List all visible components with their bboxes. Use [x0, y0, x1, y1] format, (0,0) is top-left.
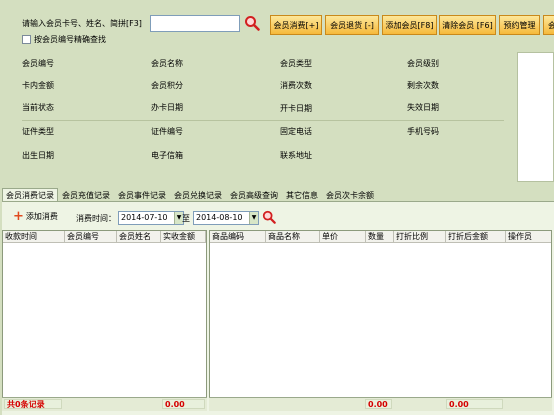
- from-date-picker[interactable]: 2014-07-10 ▼: [118, 211, 184, 225]
- to-label: 至: [182, 214, 190, 223]
- tab-other-info[interactable]: 其它信息: [282, 188, 322, 202]
- field-email: 电子信箱: [151, 151, 183, 160]
- more-button[interactable]: 会: [543, 15, 554, 35]
- field-points: 会员积分: [151, 81, 183, 90]
- field-member-name: 会员名称: [151, 59, 183, 68]
- tab-card-balance[interactable]: 会员次卡余额: [322, 188, 378, 202]
- field-id-type: 证件类型: [22, 127, 54, 136]
- field-expire-date: 失效日期: [407, 103, 439, 112]
- record-tabs: 会员消费记录 会员充值记录 会员事件记录 会员兑换记录 会员高级查询 其它信息 …: [2, 188, 554, 202]
- field-mobile: 手机号码: [407, 127, 439, 136]
- field-phone: 固定电话: [280, 127, 312, 136]
- field-member-type: 会员类型: [280, 59, 312, 68]
- search-icon[interactable]: [262, 210, 276, 224]
- record-count: 共0条记录: [4, 399, 62, 409]
- left-total: 0.00: [162, 399, 205, 409]
- return-button[interactable]: 会员退货 [-]: [325, 15, 379, 35]
- add-member-button[interactable]: 添加会员[F8]: [382, 15, 437, 35]
- field-birthday: 出生日期: [22, 151, 54, 160]
- exact-search-label: 按会员编号精确查找: [34, 35, 106, 44]
- field-member-level: 会员级别: [407, 59, 439, 68]
- search-label: 请输入会员卡号、姓名、简拼[F3]: [22, 19, 142, 28]
- field-status: 当前状态: [22, 103, 54, 112]
- divider: [22, 120, 504, 121]
- add-consume-label: 添加消费: [25, 212, 58, 221]
- table-header: 收款时间 会员编号 会员姓名 实收金额: [3, 231, 206, 243]
- qty-total: 0.00: [365, 399, 392, 409]
- col-operator[interactable]: 操作员: [506, 231, 551, 243]
- col-discounted-amount[interactable]: 打折后金额: [446, 231, 506, 243]
- col-paid-amount[interactable]: 实收金额: [161, 231, 206, 243]
- search-icon[interactable]: [244, 15, 260, 31]
- from-date-value: 2014-07-10: [121, 213, 168, 222]
- member-photo: [517, 52, 554, 182]
- field-issue-date: 办卡日期: [151, 103, 183, 112]
- col-member-name[interactable]: 会员姓名: [117, 231, 161, 243]
- consume-button[interactable]: 会员消费[+]: [270, 15, 322, 35]
- clear-member-button[interactable]: 清除会员 [F6]: [439, 15, 496, 35]
- field-card-balance: 卡内金额: [22, 81, 54, 90]
- plus-icon: +: [13, 208, 24, 224]
- table-header: 商品编码 商品名称 单价 数量 打折比例 打折后金额 操作员: [210, 231, 551, 243]
- field-id-number: 证件编号: [151, 127, 183, 136]
- col-item-code[interactable]: 商品编码: [210, 231, 266, 243]
- search-input[interactable]: [150, 15, 240, 32]
- checkbox-box[interactable]: [22, 35, 31, 44]
- add-consume-button[interactable]: + 添加消费: [13, 208, 58, 224]
- field-consume-count: 消费次数: [280, 81, 312, 90]
- col-discount-rate[interactable]: 打折比例: [394, 231, 446, 243]
- field-remaining-count: 剩余次数: [407, 81, 439, 90]
- field-address: 联系地址: [280, 151, 312, 160]
- col-pay-time[interactable]: 收款时间: [3, 231, 65, 243]
- to-date-picker[interactable]: 2014-08-10 ▼: [193, 211, 259, 225]
- consume-table[interactable]: 收款时间 会员编号 会员姓名 实收金额: [2, 230, 207, 398]
- to-date-value: 2014-08-10: [196, 213, 243, 222]
- exact-search-checkbox[interactable]: 按会员编号精确查找: [22, 34, 106, 45]
- col-member-id[interactable]: 会员编号: [65, 231, 117, 243]
- tab-advanced-query[interactable]: 会员高级查询: [226, 188, 282, 202]
- item-table[interactable]: 商品编码 商品名称 单价 数量 打折比例 打折后金额 操作员: [209, 230, 552, 398]
- col-price[interactable]: 单价: [320, 231, 366, 243]
- tab-redeem-records[interactable]: 会员兑换记录: [170, 188, 226, 202]
- field-member-id: 会员编号: [22, 59, 54, 68]
- time-label: 消费时间：: [76, 214, 116, 223]
- reservation-button[interactable]: 预约管理: [499, 15, 540, 35]
- tab-consume-records[interactable]: 会员消费记录: [2, 188, 58, 202]
- tab-recharge-records[interactable]: 会员充值记录: [58, 188, 114, 202]
- tab-event-records[interactable]: 会员事件记录: [114, 188, 170, 202]
- field-open-date: 开卡日期: [280, 104, 312, 113]
- chevron-down-icon[interactable]: ▼: [249, 212, 258, 224]
- col-qty[interactable]: 数量: [366, 231, 394, 243]
- col-item-name[interactable]: 商品名称: [266, 231, 320, 243]
- amount-total: 0.00: [446, 399, 503, 409]
